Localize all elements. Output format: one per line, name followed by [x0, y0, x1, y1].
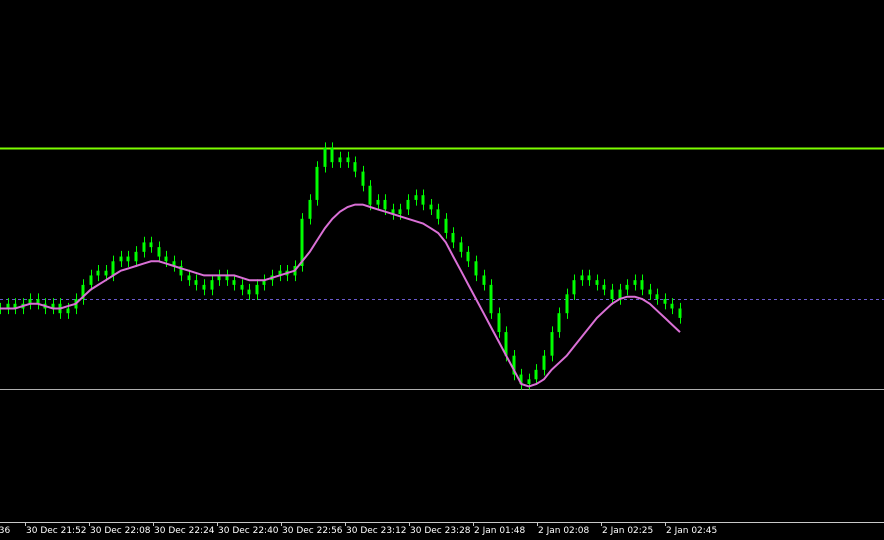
time-tick-mark [217, 523, 218, 526]
price-bar-body [670, 303, 674, 309]
price-bar-body [557, 313, 561, 333]
time-tick-mark [281, 523, 282, 526]
price-bar-body [482, 275, 486, 285]
price-bar-body [255, 284, 259, 295]
price-bar-body [96, 270, 100, 276]
price-bar-body [466, 251, 470, 262]
price-bar-body [376, 199, 380, 205]
price-bar-body [383, 199, 387, 210]
price-bar-body [338, 157, 342, 163]
price-bar-body [346, 157, 350, 163]
price-bar-body [648, 289, 652, 295]
price-bar-body [104, 270, 108, 276]
price-bar-body [633, 280, 637, 285]
price-bar-body [315, 166, 319, 200]
price-bar-body [655, 294, 659, 300]
price-bar-body [202, 284, 206, 290]
price-bar-body [429, 204, 433, 210]
price-bar-body [550, 332, 554, 356]
price-bar-body [164, 256, 168, 262]
price-bar-body [489, 284, 493, 314]
moving-average-line [0, 203, 681, 388]
price-bar-body [134, 251, 138, 262]
time-axis: 1:36 30 Dec 21:5230 Dec 22:0830 Dec 22:24… [0, 522, 884, 540]
price-bar-body [89, 275, 93, 285]
price-bar-body [66, 308, 70, 314]
time-tick-mark [345, 523, 346, 526]
time-tick-mark [537, 523, 538, 526]
price-bar-body [534, 369, 538, 380]
price-bar-body [247, 289, 251, 295]
time-tick-mark [89, 523, 90, 526]
chart-canvas[interactable] [0, 0, 884, 522]
price-bar-body [330, 148, 334, 163]
time-tick-label: 2 Jan 02:45 [666, 526, 718, 536]
price-bar-body [232, 280, 236, 285]
price-bar-body [406, 199, 410, 210]
price-chart[interactable] [0, 0, 884, 522]
price-bar-body [610, 289, 614, 300]
time-tick-mark [153, 523, 154, 526]
price-bar-body [210, 280, 214, 290]
horizontal-levels [0, 147, 884, 390]
time-tick-label: 2 Jan 02:08 [538, 526, 590, 536]
price-bar-body [308, 199, 312, 219]
price-bar-body [580, 275, 584, 281]
price-bar-body [436, 209, 440, 219]
price-bar-body [119, 256, 123, 262]
price-bar-body [595, 280, 599, 285]
time-tick-label: 2 Jan 01:48 [474, 526, 526, 536]
time-tick-mark [665, 523, 666, 526]
price-bar-body [187, 275, 191, 281]
price-bar-body [527, 379, 531, 384]
time-tick-mark [25, 523, 26, 526]
time-tick-mark [473, 523, 474, 526]
price-bar-body [587, 275, 591, 281]
price-bar-body [323, 148, 327, 167]
time-tick-label: 2 Jan 02:25 [602, 526, 654, 536]
price-bar-body [368, 185, 372, 205]
price-bar-body [678, 308, 682, 318]
time-tick-label: 1:36 [0, 526, 11, 536]
price-bar-body [625, 284, 629, 290]
price-bar-body [398, 209, 402, 215]
price-bar-body [542, 355, 546, 370]
price-bar-body [111, 261, 115, 276]
price-bar-body [149, 242, 153, 248]
price-bar-body [421, 195, 425, 205]
price-bars [0, 142, 682, 390]
price-bar-body [663, 299, 667, 304]
price-bar-body [497, 313, 501, 333]
price-bar-body [459, 242, 463, 252]
price-bar-body [240, 284, 244, 290]
moving-average [0, 203, 681, 388]
price-bar-body [474, 261, 478, 276]
price-bar-body [565, 294, 569, 314]
price-bar-body [353, 162, 357, 172]
price-bar-body [142, 242, 146, 252]
time-tick-mark [409, 523, 410, 526]
price-bar-body [126, 256, 130, 262]
price-bar-body [602, 284, 606, 290]
time-tick-mark [601, 523, 602, 526]
price-bar-body [157, 247, 161, 257]
price-bar-body [451, 232, 455, 243]
price-bar-body [414, 195, 418, 200]
price-bar-body [640, 280, 644, 290]
time-tick-label: 30 Dec 23:28 [410, 526, 471, 536]
price-bar-body [572, 280, 576, 295]
time-tick-label: 30 Dec 22:24 [154, 526, 215, 536]
time-tick-label: 30 Dec 22:08 [90, 526, 151, 536]
price-bar-body [194, 280, 198, 285]
time-tick-label: 30 Dec 22:56 [282, 526, 343, 536]
price-bar-body [361, 171, 365, 186]
price-bar-body [444, 218, 448, 233]
time-tick-label: 30 Dec 21:52 [26, 526, 87, 536]
time-tick-label: 30 Dec 22:40 [218, 526, 279, 536]
time-tick-label: 30 Dec 23:12 [346, 526, 407, 536]
